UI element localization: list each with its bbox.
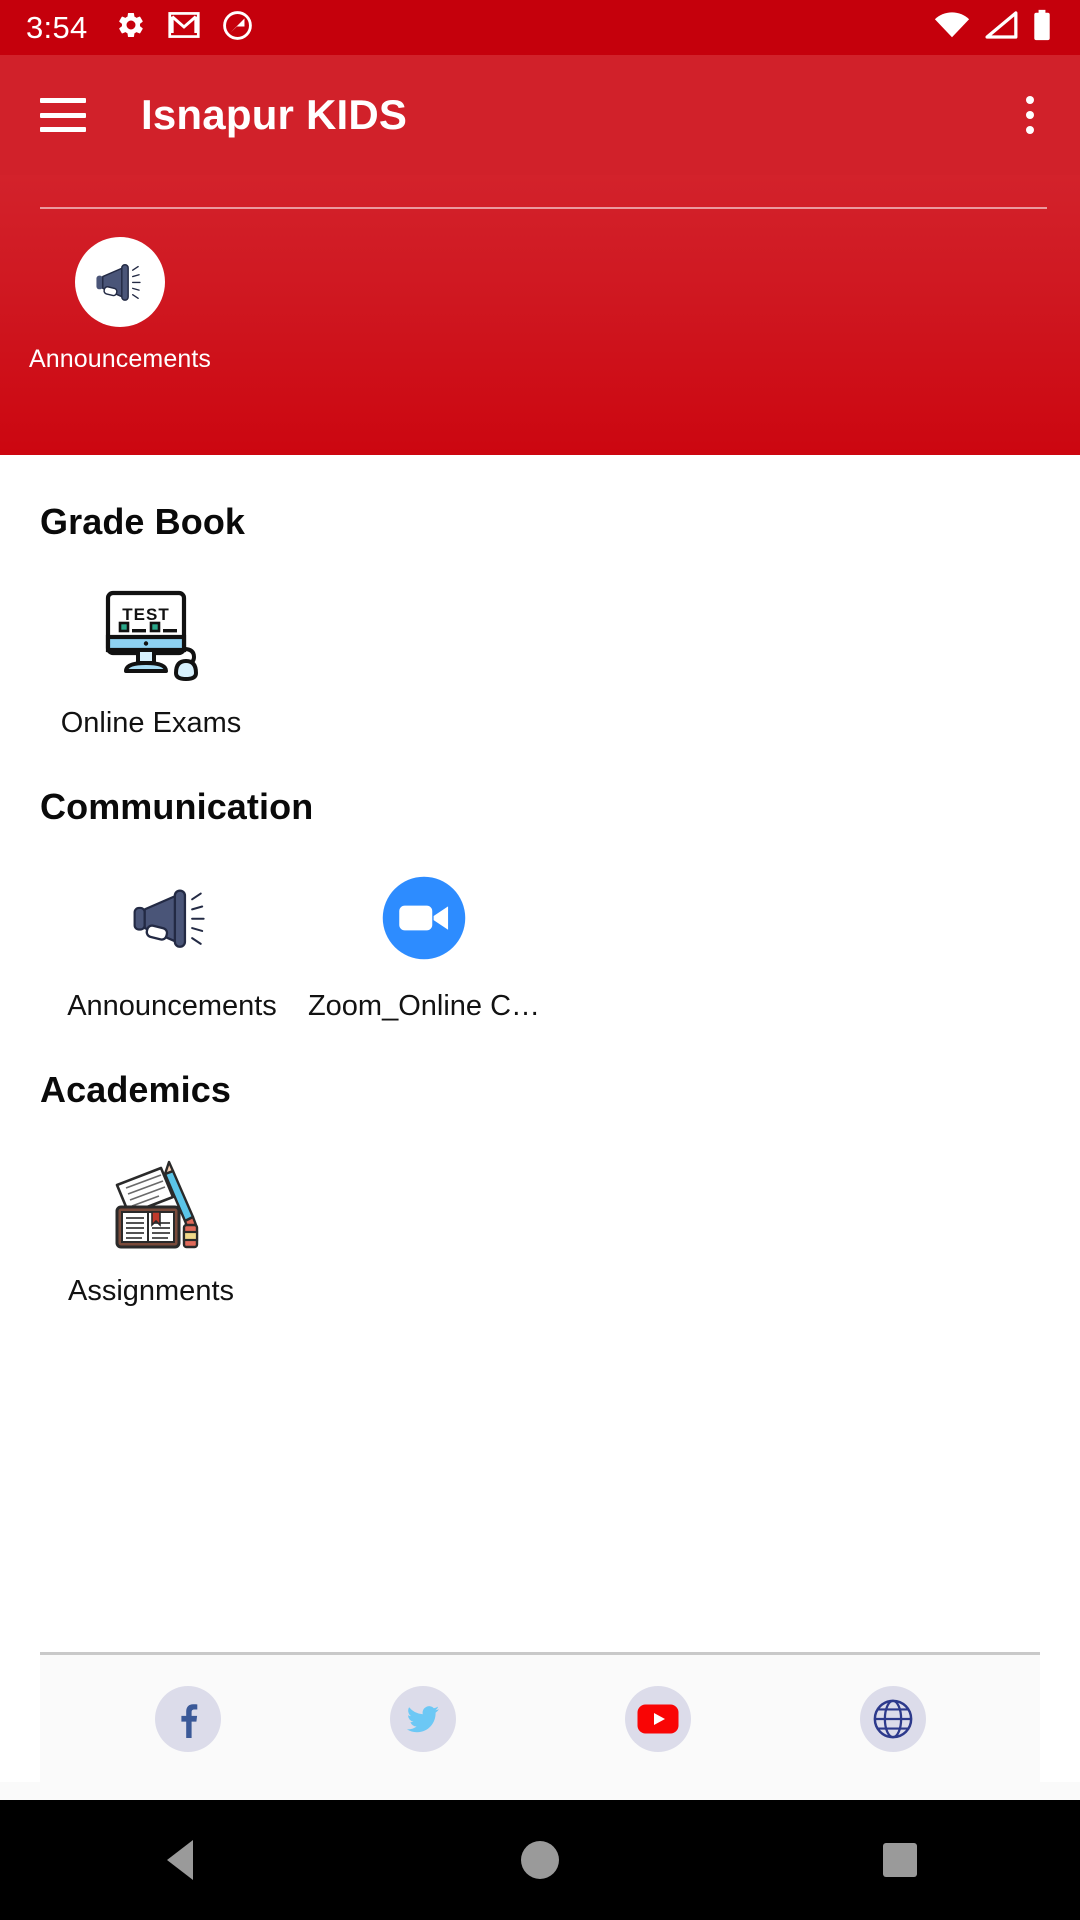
battery-full-icon bbox=[1032, 9, 1052, 46]
megaphone-icon bbox=[112, 868, 232, 968]
tile-grid: Announcements Zoom_Online C… bbox=[46, 868, 1040, 1023]
settings-gear-icon bbox=[116, 10, 146, 45]
app-screen: 3:54 Isnapur KIDS Announcements Grade Bo… bbox=[0, 0, 1080, 1920]
system-nav-bar bbox=[0, 1800, 1080, 1920]
section-communication: Communication Announcements Zoom_Online … bbox=[40, 740, 1040, 1023]
megaphone-icon bbox=[75, 237, 165, 327]
hamburger-menu-icon[interactable] bbox=[40, 98, 86, 132]
overflow-dot bbox=[1026, 96, 1034, 104]
facebook-icon[interactable] bbox=[154, 1685, 221, 1752]
tile-label: Announcements bbox=[67, 990, 277, 1022]
status-notification-icons bbox=[116, 10, 253, 46]
online-exam-monitor-icon: TEST bbox=[91, 585, 211, 685]
assignments-book-pencil-icon bbox=[91, 1153, 211, 1253]
page-title: Isnapur KIDS bbox=[141, 91, 408, 138]
overflow-dot bbox=[1026, 111, 1034, 119]
section-title: Grade Book bbox=[40, 501, 246, 542]
home-circle-icon[interactable] bbox=[480, 1800, 600, 1920]
hero-divider bbox=[40, 207, 1047, 209]
social-footer bbox=[40, 1652, 1040, 1782]
hero-tile-label: Announcements bbox=[29, 345, 211, 373]
tile-grid: TEST Online Exams bbox=[58, 585, 1040, 740]
twitter-icon[interactable] bbox=[389, 1685, 456, 1752]
hero-banner: Announcements bbox=[0, 175, 1080, 455]
footer-spacer bbox=[0, 1782, 1080, 1800]
wifi-icon bbox=[934, 11, 970, 44]
section-academics: Academics Assignments bbox=[40, 1023, 1040, 1308]
gmail-icon bbox=[167, 10, 200, 45]
tile-announcements[interactable]: Announcements bbox=[46, 868, 298, 1023]
hero-tile-announcements[interactable]: Announcements bbox=[29, 237, 211, 374]
youtube-icon[interactable] bbox=[624, 1685, 691, 1752]
tile-grid: Assignments bbox=[58, 1153, 1040, 1308]
tile-zoom-online-class[interactable]: Zoom_Online C… bbox=[298, 868, 550, 1023]
website-globe-icon[interactable] bbox=[859, 1685, 926, 1752]
status-clock: 3:54 bbox=[26, 10, 88, 45]
hamburger-line bbox=[40, 112, 86, 118]
tile-label: Assignments bbox=[67, 1275, 234, 1307]
tile-label: Zoom_Online C… bbox=[307, 990, 541, 1022]
social-links bbox=[40, 1655, 1040, 1782]
do-not-disturb-icon bbox=[222, 10, 253, 46]
hamburger-line bbox=[40, 98, 86, 103]
overflow-menu-icon[interactable] bbox=[1014, 86, 1046, 144]
tile-label: Online Exams bbox=[60, 707, 242, 739]
zoom-video-icon bbox=[364, 868, 484, 968]
status-system-icons bbox=[934, 9, 1058, 46]
status-bar: 3:54 bbox=[0, 0, 1080, 55]
section-grade-book: Grade Book TEST Online Exams bbox=[40, 455, 1040, 740]
section-title: Communication bbox=[40, 786, 314, 827]
tile-online-exams[interactable]: TEST Online Exams bbox=[58, 585, 244, 740]
svg-text:TEST: TEST bbox=[122, 605, 169, 624]
main-content: Grade Book TEST Online Exams Communicati… bbox=[0, 455, 1080, 1652]
cellular-signal-icon bbox=[984, 11, 1018, 44]
app-bar: Isnapur KIDS bbox=[0, 55, 1080, 175]
hamburger-line bbox=[40, 127, 86, 132]
back-triangle-icon[interactable] bbox=[120, 1800, 240, 1920]
overflow-dot bbox=[1026, 126, 1034, 134]
section-title: Academics bbox=[40, 1069, 232, 1110]
tile-assignments[interactable]: Assignments bbox=[58, 1153, 244, 1308]
recents-square-icon[interactable] bbox=[840, 1800, 960, 1920]
